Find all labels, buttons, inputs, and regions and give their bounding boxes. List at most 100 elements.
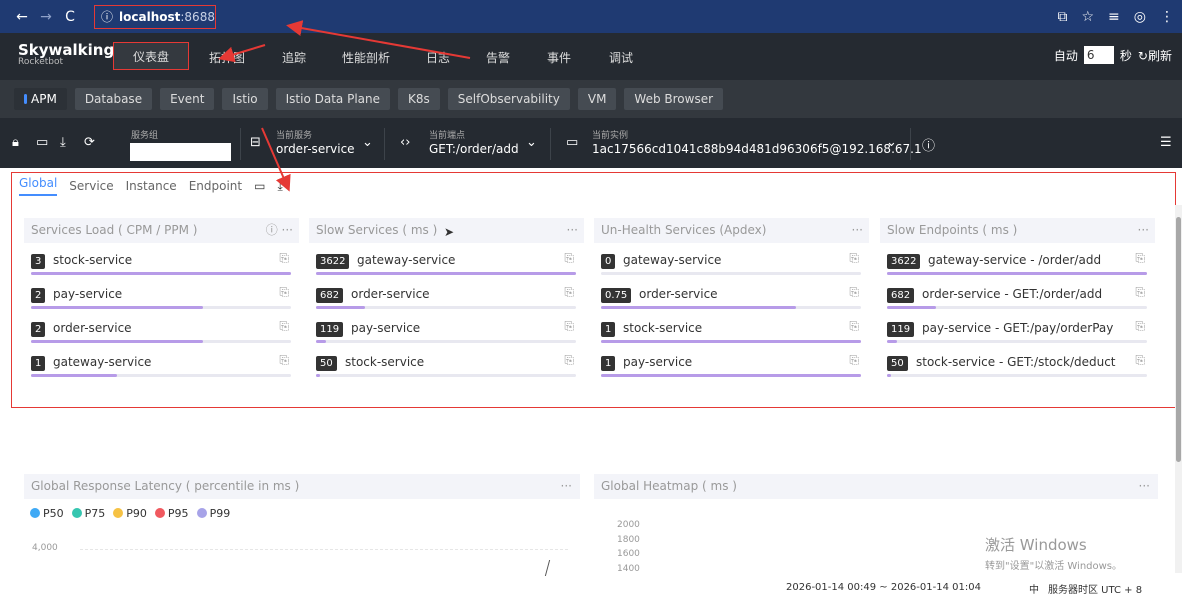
tab-istio-data-plane[interactable]: Istio Data Plane bbox=[275, 88, 391, 110]
list-item[interactable]: 50 stock-service ⎘ bbox=[309, 348, 584, 382]
list-item[interactable]: 3 stock-service ⎘ bbox=[24, 246, 299, 280]
tab-service[interactable]: Service bbox=[69, 179, 113, 193]
list-item[interactable]: 1 pay-service ⎘ bbox=[594, 348, 869, 382]
item-name: stock-service bbox=[345, 355, 425, 369]
tab-search-icon[interactable]: ≡ bbox=[1108, 9, 1120, 25]
more-icon[interactable]: ··· bbox=[1138, 218, 1149, 243]
clipboard-icon[interactable]: ⎘ bbox=[849, 319, 859, 334]
panel-toggle-icon[interactable]: ☰ bbox=[1160, 135, 1172, 150]
clipboard-icon[interactable]: ⎘ bbox=[1135, 251, 1145, 266]
list-item[interactable]: 119 pay-service - GET:/pay/orderPay ⎘ bbox=[880, 314, 1155, 348]
forward-icon[interactable]: → bbox=[34, 9, 58, 25]
current-endpoint-select[interactable]: GET:/order/add bbox=[429, 142, 519, 156]
clipboard-icon[interactable]: ⎘ bbox=[1135, 319, 1145, 334]
current-instance-select[interactable]: 1ac17566cd1041c88b94d481d96306f5@192.168… bbox=[592, 142, 922, 156]
tab-apm[interactable]: APM bbox=[14, 88, 67, 110]
list-item[interactable]: 1 gateway-service ⎘ bbox=[24, 348, 299, 382]
menu-icon[interactable]: ⋮ bbox=[1160, 9, 1174, 25]
clipboard-icon[interactable]: ⎘ bbox=[849, 285, 859, 300]
info-circle-icon[interactable]: ⓘ bbox=[922, 135, 935, 154]
tab-global[interactable]: Global bbox=[19, 176, 58, 196]
folder-icon[interactable]: ▭ bbox=[36, 135, 48, 150]
tab-istio[interactable]: Istio bbox=[222, 88, 268, 110]
tab-web-browser[interactable]: Web Browser bbox=[624, 88, 724, 110]
list-item[interactable]: 3622 gateway-service - /order/add ⎘ bbox=[880, 246, 1155, 280]
more-icon[interactable]: ⓘ ··· bbox=[266, 218, 293, 243]
sync-icon[interactable]: ⟳ bbox=[84, 135, 95, 150]
legend-item[interactable]: P90 bbox=[113, 507, 147, 520]
progress-fill bbox=[31, 306, 203, 309]
tab-instance[interactable]: Instance bbox=[126, 179, 177, 193]
legend-item[interactable]: P50 bbox=[30, 507, 64, 520]
more-icon[interactable]: ··· bbox=[852, 218, 863, 243]
clipboard-icon[interactable]: ⎘ bbox=[279, 251, 289, 266]
clipboard-icon[interactable]: ⎘ bbox=[564, 285, 574, 300]
list-item[interactable]: 0.75 order-service ⎘ bbox=[594, 280, 869, 314]
legend-item[interactable]: P95 bbox=[154, 507, 189, 520]
tab-endpoint[interactable]: Endpoint bbox=[189, 179, 242, 193]
lock-icon[interactable]: 🔒︎ bbox=[12, 135, 19, 150]
nav-item-profile[interactable]: 性能剖析 bbox=[342, 49, 390, 66]
nav-item-topology[interactable]: 拓扑图 bbox=[209, 49, 245, 66]
clipboard-icon[interactable]: ⎘ bbox=[849, 251, 859, 266]
tab-k8s[interactable]: K8s bbox=[398, 88, 440, 110]
clipboard-icon[interactable]: ⎘ bbox=[279, 285, 289, 300]
chevron-down-icon[interactable]: ⌄ bbox=[362, 135, 373, 150]
more-icon[interactable]: ··· bbox=[1139, 474, 1150, 499]
list-item[interactable]: 1 stock-service ⎘ bbox=[594, 314, 869, 348]
clipboard-icon[interactable]: ⎘ bbox=[849, 353, 859, 368]
clipboard-icon[interactable]: ⎘ bbox=[279, 353, 289, 368]
list-item[interactable]: 682 order-service - GET:/order/add ⎘ bbox=[880, 280, 1155, 314]
scrollbar-thumb[interactable] bbox=[1176, 217, 1181, 462]
clipboard-icon[interactable]: ⎘ bbox=[1135, 285, 1145, 300]
nav-item-alarm[interactable]: 告警 bbox=[486, 49, 510, 66]
page-scrollbar[interactable] bbox=[1175, 205, 1182, 573]
legend-item[interactable]: P75 bbox=[71, 507, 105, 520]
list-item[interactable]: 3622 gateway-service ⎘ bbox=[309, 246, 584, 280]
tab-database[interactable]: Database bbox=[74, 88, 153, 110]
list-item[interactable]: 0 gateway-service ⎘ bbox=[594, 246, 869, 280]
tab-self-observability[interactable]: SelfObservability bbox=[447, 88, 570, 110]
list-item[interactable]: 682 order-service ⎘ bbox=[309, 280, 584, 314]
download-icon[interactable]: ⤓ bbox=[60, 135, 66, 150]
current-service-select[interactable]: order-service bbox=[276, 142, 355, 156]
bookmark-icon[interactable]: ☆ bbox=[1081, 9, 1094, 25]
list-item[interactable]: 2 pay-service ⎘ bbox=[24, 280, 299, 314]
nav-item-dashboard[interactable]: 仪表盘 bbox=[113, 42, 189, 70]
download-icon[interactable]: ⤓ bbox=[277, 179, 282, 194]
nav-item-trace[interactable]: 追踪 bbox=[282, 49, 306, 66]
legend-item[interactable]: P99 bbox=[196, 507, 230, 520]
tab-vm[interactable]: VM bbox=[577, 88, 617, 110]
translate-icon[interactable]: ⧉ bbox=[1057, 9, 1067, 25]
service-group-input[interactable] bbox=[130, 143, 231, 161]
clipboard-icon[interactable]: ⎘ bbox=[564, 319, 574, 334]
item-name: gateway-service bbox=[357, 253, 456, 267]
more-icon[interactable]: ··· bbox=[567, 218, 578, 243]
folder-icon[interactable]: ▭ bbox=[254, 179, 265, 193]
back-icon[interactable]: ← bbox=[10, 9, 34, 25]
reload-icon[interactable]: C bbox=[58, 9, 82, 25]
clipboard-icon[interactable]: ⎘ bbox=[564, 353, 574, 368]
clipboard-icon[interactable]: ⎘ bbox=[279, 319, 289, 334]
nav-item-log[interactable]: 日志 bbox=[426, 49, 450, 66]
panel: Slow Endpoints ( ms ) ··· 3622 gateway-serv… bbox=[880, 218, 1155, 382]
time-range[interactable]: 2026-01-14 00:49 ~ 2026-01-14 01:04 bbox=[786, 582, 981, 593]
auto-interval-input[interactable]: 6 bbox=[1083, 46, 1114, 64]
chevron-down-icon[interactable]: ⌄ bbox=[526, 135, 537, 150]
list-item[interactable]: 119 pay-service ⎘ bbox=[309, 314, 584, 348]
list-item[interactable]: 50 stock-service - GET:/stock/deduct ⎘ bbox=[880, 348, 1155, 382]
more-icon[interactable]: ··· bbox=[561, 474, 572, 499]
seconds-label: 秒 bbox=[1119, 48, 1132, 63]
nav-item-debug[interactable]: 调试 bbox=[609, 49, 633, 66]
tab-event[interactable]: Event bbox=[160, 88, 215, 110]
clipboard-icon[interactable]: ⎘ bbox=[564, 251, 574, 266]
language-toggle[interactable]: 中 bbox=[1029, 581, 1039, 596]
refresh-button[interactable]: ↻刷新 bbox=[1138, 47, 1172, 64]
nav-item-event[interactable]: 事件 bbox=[547, 49, 571, 66]
progress-track bbox=[31, 306, 291, 309]
chevron-down-icon[interactable]: ⌄ bbox=[886, 135, 897, 150]
profile-icon[interactable]: ◎ bbox=[1134, 9, 1146, 25]
clipboard-icon[interactable]: ⎘ bbox=[1135, 353, 1145, 368]
address-bar[interactable]: ⓘ localhost:8688 bbox=[94, 4, 216, 29]
list-item[interactable]: 2 order-service ⎘ bbox=[24, 314, 299, 348]
